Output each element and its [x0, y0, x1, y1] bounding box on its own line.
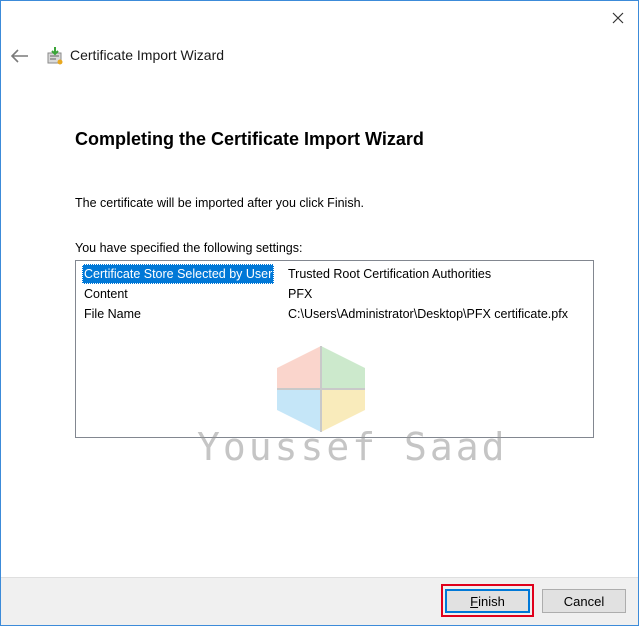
settings-key[interactable]: File Name — [82, 304, 143, 324]
cancel-button-label: Cancel — [563, 593, 605, 609]
finish-button[interactable]: Finish — [445, 589, 530, 613]
certificate-wizard-icon — [47, 47, 63, 65]
back-arrow-icon — [11, 49, 28, 63]
watermark-logo-tl — [277, 346, 321, 389]
settings-row[interactable]: File Name C:\Users\Administrator\Desktop… — [76, 304, 593, 324]
wizard-window: Certificate Import Wizard Completing the… — [0, 0, 639, 626]
wizard-header: Certificate Import Wizard — [1, 39, 638, 73]
settings-label: You have specified the following setting… — [75, 241, 303, 255]
cancel-button[interactable]: Cancel — [542, 589, 626, 613]
watermark-logo — [277, 346, 365, 432]
settings-value: Trusted Root Certification Authorities — [288, 267, 492, 281]
close-icon — [612, 12, 624, 24]
settings-key[interactable]: Content — [82, 284, 130, 304]
watermark-logo-tr — [321, 346, 365, 389]
finish-button-label: Finish — [470, 593, 505, 609]
settings-row[interactable]: Certificate Store Selected by User Trust… — [76, 264, 593, 284]
settings-value: PFX — [288, 287, 313, 301]
settings-key[interactable]: Certificate Store Selected by User — [82, 264, 275, 284]
wizard-title: Certificate Import Wizard — [70, 47, 225, 63]
watermark-text: Youssef Saad — [197, 425, 508, 469]
close-button[interactable] — [601, 5, 635, 31]
settings-row[interactable]: Content PFX — [76, 284, 593, 304]
back-button[interactable] — [9, 45, 31, 67]
info-text: The certificate will be imported after y… — [75, 196, 364, 210]
page-title: Completing the Certificate Import Wizard — [75, 129, 424, 149]
settings-value: C:\Users\Administrator\Desktop\PFX certi… — [288, 307, 568, 321]
